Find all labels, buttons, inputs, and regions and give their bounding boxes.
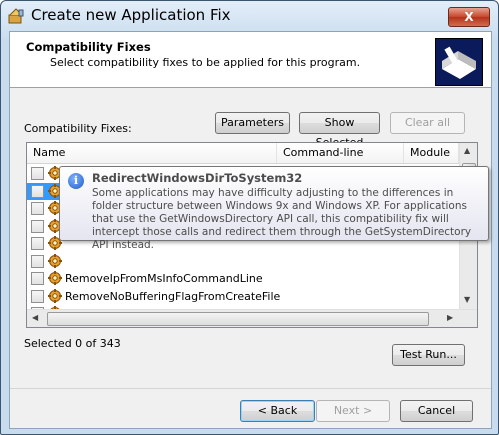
next-button[interactable]: Next > <box>316 400 390 422</box>
window-title: Create new Application Fix <box>31 6 231 24</box>
fix-name: RemoveIpFromMsInfoCommandLine <box>65 272 263 285</box>
fix-checkbox[interactable] <box>31 289 44 303</box>
fix-checkbox[interactable] <box>31 184 44 198</box>
scroll-up-icon[interactable]: ▲ <box>464 146 470 155</box>
app-fix-icon <box>8 8 24 24</box>
back-button[interactable]: < Back <box>240 400 315 422</box>
horizontal-scroll-thumb[interactable] <box>47 312 429 326</box>
footer-divider <box>10 388 491 389</box>
show-selected-button[interactable]: Show Selected <box>299 112 380 149</box>
tooltip-title: RedirectWindowsDirToSystem32 <box>92 171 303 185</box>
fix-gear-icon <box>48 288 62 303</box>
cancel-button[interactable]: Cancel <box>400 400 473 422</box>
close-button[interactable]: X <box>448 7 490 27</box>
fix-checkbox[interactable] <box>31 272 44 285</box>
clear-all-button[interactable]: Clear all <box>390 112 465 134</box>
fix-checkbox[interactable] <box>31 167 44 180</box>
scroll-right-icon[interactable]: ▶ <box>447 313 453 322</box>
list-header: Name Command-line Module <box>27 143 459 164</box>
selected-count: Selected 0 of 343 <box>24 337 121 350</box>
horizontal-scrollbar[interactable]: ◀ ▶ <box>27 309 477 327</box>
parameters-button[interactable]: Parameters <box>215 112 290 134</box>
compatibility-fixes-label: Compatibility Fixes: <box>24 122 132 135</box>
title-bar[interactable]: Create new Application Fix X <box>1 1 498 31</box>
fix-description-tooltip: i RedirectWindowsDirToSystem32 Some appl… <box>59 166 489 251</box>
app-fix-window: Create new Application Fix X Compatibili… <box>0 0 499 435</box>
fix-checkbox[interactable] <box>31 254 44 268</box>
page-subtitle: Select compatibility fixes to be applied… <box>50 56 361 69</box>
test-run-button[interactable]: Test Run... <box>392 344 465 366</box>
fix-gear-icon <box>48 253 62 268</box>
fix-checkbox[interactable] <box>31 237 44 250</box>
compatibility-fix-icon <box>435 38 483 86</box>
column-module-header[interactable]: Module <box>404 143 459 163</box>
list-item[interactable]: RemoveIpFromMsInfoCommandLine <box>27 270 459 287</box>
fix-gear-icon <box>48 271 62 285</box>
fix-checkbox[interactable] <box>31 202 44 215</box>
info-icon: i <box>68 173 84 189</box>
list-item[interactable]: RemoveNoBufferingFlagFromCreateFile <box>27 288 459 305</box>
page-title: Compatibility Fixes <box>26 40 151 54</box>
tooltip-body: Some applications may have difficulty ad… <box>92 187 472 251</box>
scroll-left-icon[interactable]: ◀ <box>32 313 38 322</box>
fix-checkbox[interactable] <box>31 219 44 233</box>
wizard-header: Compatibility Fixes Select compatibility… <box>10 32 491 88</box>
column-command-line-header[interactable]: Command-line <box>277 143 404 163</box>
list-item[interactable] <box>27 253 459 270</box>
column-name-header[interactable]: Name <box>27 143 277 163</box>
scroll-down-icon[interactable]: ▼ <box>464 295 470 304</box>
fix-name: RemoveNoBufferingFlagFromCreateFile <box>65 289 281 303</box>
